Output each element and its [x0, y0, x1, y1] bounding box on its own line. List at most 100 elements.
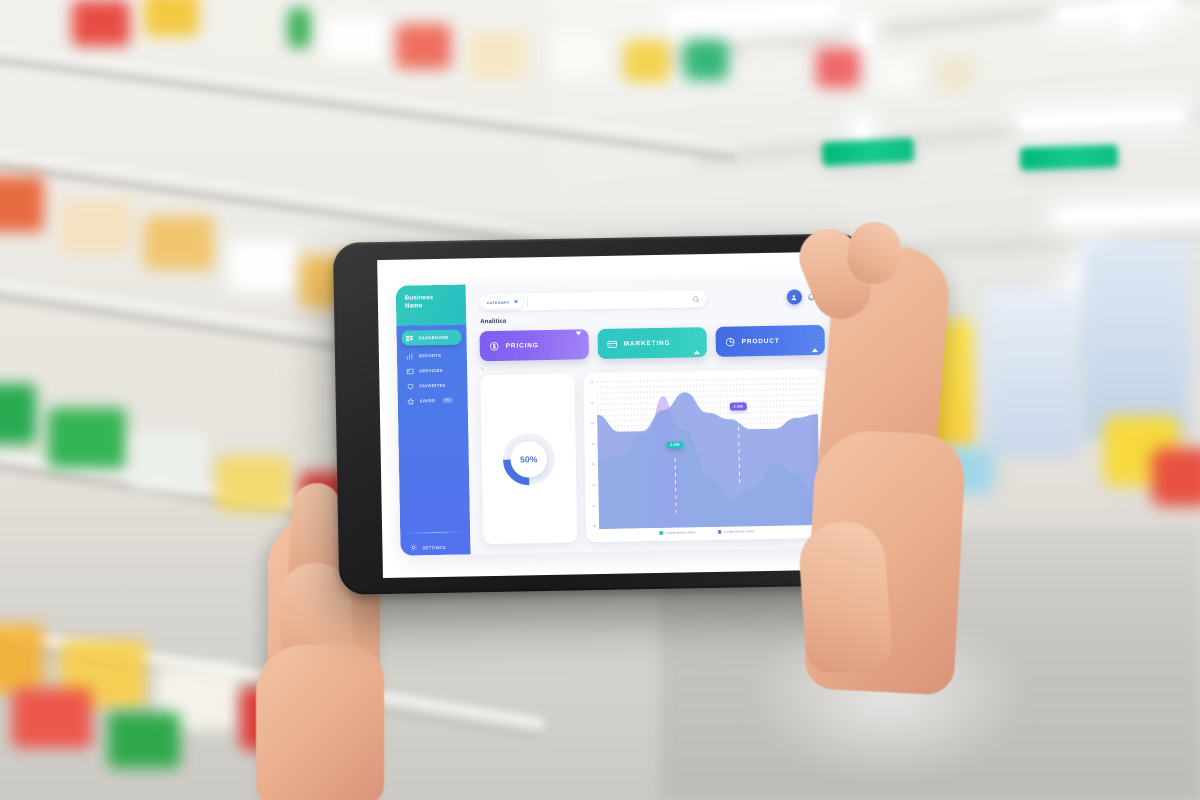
sidebar-item-favorites[interactable]: FAVORITES [402, 378, 462, 394]
endcap-display [984, 288, 1080, 458]
dollar-circle-icon [489, 340, 500, 351]
y-axis: 01 02 03 04 05 06 07 08 [590, 380, 596, 529]
sidebar-item-reports[interactable]: REPORTS [402, 348, 462, 364]
donut-chart: 50% [499, 429, 558, 488]
panels-row: 50% 01 02 03 04 05 06 07 08 2.589 2.589 … [480, 368, 829, 545]
topbar: CATEGORY [478, 288, 824, 312]
ceiling-lamp [858, 20, 871, 46]
category-label: CATEGORY [486, 300, 510, 305]
sidebar-item-label: REPORTS [418, 352, 442, 359]
plot-svg [596, 376, 821, 530]
product-box [468, 32, 526, 78]
aisle-sign [821, 137, 915, 167]
trend-up-icon [693, 333, 700, 355]
legend-swatch [659, 531, 663, 535]
legend-item: Lorem ipsum dolor [717, 529, 755, 534]
card-marketing[interactable]: MARKETING [597, 327, 707, 360]
bar-chart-icon [406, 352, 414, 360]
user-icon [791, 294, 797, 300]
product-box [324, 16, 384, 60]
legend-swatch [717, 530, 722, 534]
sidebar-item-dashboard[interactable]: DASHBOARD [401, 329, 462, 346]
product-box [72, 0, 130, 46]
sidebar-item-services[interactable]: SERVICES [402, 363, 462, 379]
y-tick: 05 [591, 462, 596, 467]
plot-region: 2.589 2.589 [596, 376, 821, 530]
right-hand [790, 218, 980, 722]
sidebar-item-label: DASHBOARD [418, 334, 449, 341]
tablet-device: Business Name DASHBOARD REPORTS SERVICES… [332, 233, 872, 595]
product-box [132, 432, 208, 490]
area-chart: 01 02 03 04 05 06 07 08 2.589 2.589 [590, 376, 821, 530]
card-label: PRICING [505, 341, 539, 350]
search-icon[interactable] [692, 295, 700, 303]
sidebar-item-label: SAVED [419, 398, 436, 404]
product-box [0, 0, 66, 44]
star-icon [407, 397, 415, 405]
product-box [624, 40, 670, 82]
card-pricing[interactable]: PRICING [479, 329, 589, 362]
card-label: MARKETING [623, 339, 671, 348]
category-dropdown[interactable]: CATEGORY [481, 295, 523, 309]
donut-panel: 50% [480, 373, 578, 545]
layers-icon [406, 367, 414, 375]
endcap-display [1152, 448, 1200, 506]
page-title: Analitica [480, 318, 507, 326]
sidebar-item-settings[interactable]: SETTINGS [400, 542, 470, 551]
gear-icon [409, 543, 417, 551]
dashboard-app: Business Name DASHBOARD REPORTS SERVICES… [395, 277, 841, 556]
credit-card-icon [607, 338, 618, 349]
heart-icon [406, 382, 414, 390]
sidebar-divider [406, 531, 465, 534]
product-box [228, 240, 296, 292]
tablet-screen: Business Name DASHBOARD REPORTS SERVICES… [377, 251, 855, 579]
card-label: PRODUCT [741, 337, 780, 345]
y-tick: 08 [593, 524, 597, 529]
legend-label: Lorem ipsum dolor [724, 529, 755, 534]
product-box [396, 24, 451, 69]
chart-tooltip: 2.589 [730, 402, 747, 411]
endcap-display [1080, 240, 1190, 440]
legend-label: Lorem ipsum dolor [665, 530, 696, 535]
product-box [108, 712, 180, 768]
y-tick: 07 [592, 503, 596, 508]
sidebar: Business Name DASHBOARD REPORTS SERVICES… [395, 284, 471, 556]
chart-legend: Lorem ipsum dolor Lorem ipsum dolor [593, 528, 820, 536]
product-box [552, 32, 604, 76]
product-box [48, 408, 126, 468]
sidebar-item-label: FAVORITES [419, 382, 446, 389]
product-box [0, 384, 36, 444]
search-input[interactable] [532, 296, 692, 305]
sidebar-item-label: SERVICES [419, 367, 443, 374]
main-content: CATEGORY Analitica PRICING MARKETING PRO… [466, 278, 841, 555]
pie-clock-icon [725, 336, 736, 347]
dashboard-icon [406, 334, 414, 342]
aisle-sign [1019, 143, 1119, 171]
product-box [288, 8, 310, 48]
product-box [144, 216, 214, 270]
product-box [60, 200, 132, 254]
search-bar[interactable]: CATEGORY [478, 290, 708, 312]
legend-item: Lorem ipsum dolor [659, 530, 696, 535]
y-tick: 04 [591, 441, 595, 446]
y-tick: 02 [590, 400, 594, 405]
y-tick: 01 [590, 380, 594, 385]
product-box [144, 0, 199, 36]
search-divider [526, 297, 528, 307]
area-chart-panel: 01 02 03 04 05 06 07 08 2.589 2.589 Lore… [583, 368, 829, 543]
sidebar-item-saved[interactable]: SAVED 00 [403, 393, 463, 409]
sidebar-nav: DASHBOARD REPORTS SERVICES FAVORITES SAV… [396, 324, 471, 556]
brand-line-2: Name [404, 302, 423, 310]
trend-down-icon [575, 331, 582, 353]
sidebar-item-label: SETTINGS [422, 544, 446, 550]
product-box [816, 48, 860, 88]
ceiling-lamp [1128, 0, 1140, 30]
product-box [0, 624, 44, 694]
product-box [744, 48, 792, 90]
product-box [0, 176, 44, 232]
chart-tooltip: 2.589 [666, 441, 684, 449]
y-tick: 06 [592, 483, 596, 488]
brand-block: Business Name [395, 284, 467, 326]
product-box [936, 56, 976, 92]
category-cards: PRICING MARKETING PRODUCT [479, 324, 825, 362]
